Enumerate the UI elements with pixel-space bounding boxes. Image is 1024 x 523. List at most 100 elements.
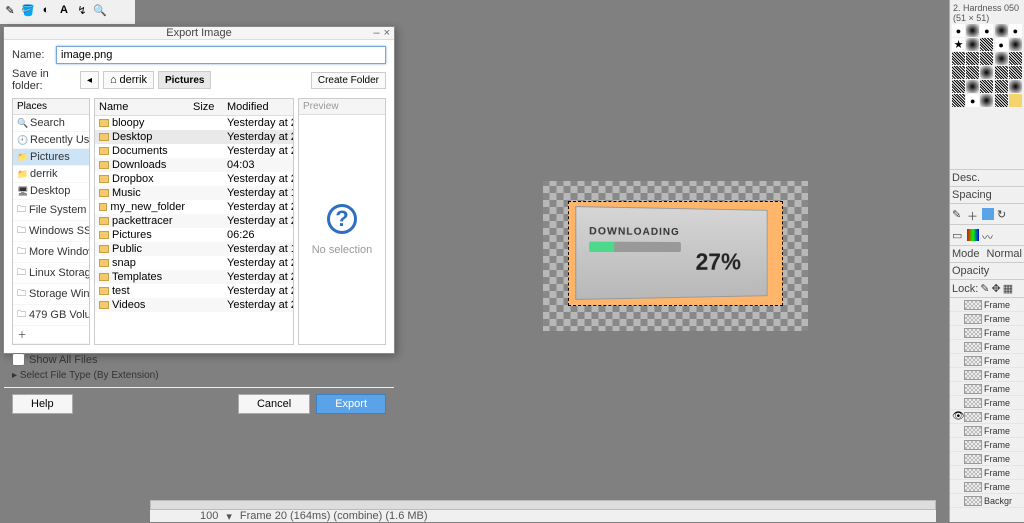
brush-item[interactable] bbox=[995, 24, 1008, 37]
layer-row[interactable]: Frame bbox=[950, 452, 1024, 466]
place-item[interactable]: 🗀Windows SSD sto… bbox=[13, 221, 89, 242]
opacity-row[interactable]: Opacity bbox=[950, 263, 1024, 280]
brush-item[interactable] bbox=[966, 94, 979, 107]
col-name[interactable]: Name bbox=[95, 99, 189, 115]
col-modified[interactable]: Modified bbox=[223, 99, 293, 115]
file-row[interactable]: VideosYesterday at 23:23 bbox=[95, 298, 293, 312]
text-icon[interactable]: A bbox=[56, 2, 72, 18]
place-item[interactable]: 🖥Desktop bbox=[13, 183, 89, 200]
brush-item[interactable] bbox=[980, 52, 993, 65]
place-item[interactable]: 🗀More Windows S… bbox=[13, 242, 89, 263]
pencil-icon[interactable]: ✎ bbox=[952, 208, 964, 220]
layers-icon[interactable]: ▭ bbox=[952, 229, 964, 241]
file-row[interactable]: MusicYesterday at 18:20 bbox=[95, 186, 293, 200]
place-item[interactable]: 🕘Recently Used bbox=[13, 132, 89, 149]
brush-item[interactable] bbox=[966, 24, 979, 37]
brush-item[interactable] bbox=[1009, 94, 1022, 107]
add-icon[interactable]: ＋ bbox=[967, 208, 979, 220]
show-all-checkbox[interactable] bbox=[12, 353, 25, 366]
help-button[interactable]: Help bbox=[12, 394, 73, 414]
layer-row[interactable]: Frame bbox=[950, 312, 1024, 326]
brush-item[interactable] bbox=[966, 38, 979, 51]
export-button[interactable]: Export bbox=[316, 394, 386, 414]
add-place[interactable]: ＋ bbox=[13, 326, 89, 344]
crumb-back[interactable]: ◂ bbox=[80, 71, 99, 89]
layer-row[interactable]: Frame bbox=[950, 326, 1024, 340]
brush-item[interactable] bbox=[952, 94, 965, 107]
file-row[interactable]: Downloads04:03 bbox=[95, 158, 293, 172]
brush-item[interactable] bbox=[952, 38, 965, 51]
brush-item[interactable] bbox=[952, 66, 965, 79]
zoom-value[interactable]: 100 bbox=[200, 510, 218, 522]
close-icon[interactable]: × bbox=[384, 27, 390, 39]
layer-row[interactable]: Frame bbox=[950, 340, 1024, 354]
layer-row[interactable]: Frame bbox=[950, 438, 1024, 452]
picker-icon[interactable]: ◐ bbox=[38, 2, 54, 18]
crumb-home[interactable]: ⌂ derrik bbox=[103, 71, 154, 89]
layer-row[interactable]: Frame bbox=[950, 354, 1024, 368]
brush-item[interactable] bbox=[980, 94, 993, 107]
brush-item[interactable] bbox=[1009, 38, 1022, 51]
scrollbar-horizontal[interactable] bbox=[150, 500, 936, 510]
file-row[interactable]: my_new_folderYesterday at 23:23 bbox=[95, 200, 293, 214]
brush-item[interactable] bbox=[980, 24, 993, 37]
lock-paint-icon[interactable]: ✎ bbox=[980, 282, 989, 295]
brush-item[interactable] bbox=[1009, 80, 1022, 93]
brush-item[interactable] bbox=[952, 80, 965, 93]
layer-row[interactable]: Frame bbox=[950, 480, 1024, 494]
lock-move-icon[interactable]: ✥ bbox=[992, 282, 1001, 295]
brush-item[interactable] bbox=[966, 52, 979, 65]
brush-item[interactable] bbox=[980, 80, 993, 93]
layer-row[interactable]: Backgr bbox=[950, 494, 1024, 508]
duplicate-icon[interactable] bbox=[982, 208, 994, 220]
layer-row[interactable]: Frame bbox=[950, 298, 1024, 312]
file-row[interactable]: DropboxYesterday at 23:23 bbox=[95, 172, 293, 186]
file-row[interactable]: TemplatesYesterday at 23:23 bbox=[95, 270, 293, 284]
place-item[interactable]: 📁Pictures bbox=[13, 149, 89, 166]
select-filetype[interactable]: Select File Type (By Extension) bbox=[12, 370, 386, 381]
brush-item[interactable] bbox=[1009, 66, 1022, 79]
layer-row[interactable]: Frame bbox=[950, 368, 1024, 382]
paths-icon[interactable]: 〰 bbox=[982, 229, 994, 241]
minimize-icon[interactable]: – bbox=[373, 27, 379, 39]
brush-item[interactable] bbox=[952, 52, 965, 65]
place-item[interactable]: 🗀File System bbox=[13, 200, 89, 221]
canvas-image[interactable]: DOWNLOADING 27% bbox=[543, 181, 808, 331]
place-item[interactable]: 🗀Linux Storage bbox=[13, 263, 89, 284]
place-item[interactable]: 📁derrik bbox=[13, 166, 89, 183]
layer-row[interactable]: Frame bbox=[950, 424, 1024, 438]
brush-item[interactable] bbox=[995, 80, 1008, 93]
path-icon[interactable]: ↯ bbox=[74, 2, 90, 18]
brush-item[interactable] bbox=[995, 66, 1008, 79]
cancel-button[interactable]: Cancel bbox=[238, 394, 310, 414]
place-item[interactable]: 🗀479 GB Volume bbox=[13, 305, 89, 326]
layer-row[interactable]: 👁Frame bbox=[950, 410, 1024, 424]
refresh-icon[interactable]: ↻ bbox=[997, 208, 1009, 220]
file-row[interactable]: DocumentsYesterday at 23:13 bbox=[95, 144, 293, 158]
brush-item[interactable] bbox=[995, 52, 1008, 65]
brush-item[interactable] bbox=[1009, 52, 1022, 65]
file-row[interactable]: DesktopYesterday at 23:13 bbox=[95, 130, 293, 144]
brush-item[interactable] bbox=[952, 24, 965, 37]
bucket-icon[interactable]: 🪣 bbox=[20, 2, 36, 18]
place-item[interactable]: 🔍Search bbox=[13, 115, 89, 132]
brush-item[interactable] bbox=[966, 66, 979, 79]
lock-alpha-icon[interactable]: ▦ bbox=[1003, 282, 1013, 295]
layer-row[interactable]: Frame bbox=[950, 466, 1024, 480]
dialog-titlebar[interactable]: Export Image – × bbox=[4, 27, 394, 40]
file-row[interactable]: bloopyYesterday at 23:13 bbox=[95, 116, 293, 130]
brush-item[interactable] bbox=[980, 38, 993, 51]
brush-item[interactable] bbox=[966, 80, 979, 93]
channels-icon[interactable] bbox=[967, 229, 979, 241]
brush-item[interactable] bbox=[1009, 24, 1022, 37]
crumb-current[interactable]: Pictures bbox=[158, 71, 211, 89]
layer-row[interactable]: Frame bbox=[950, 396, 1024, 410]
zoom-icon[interactable]: 🔍 bbox=[92, 2, 108, 18]
brush-item[interactable] bbox=[980, 66, 993, 79]
pencil-icon[interactable]: ✎ bbox=[2, 2, 18, 18]
col-size[interactable]: Size bbox=[189, 99, 223, 115]
create-folder-button[interactable]: Create Folder bbox=[311, 72, 386, 89]
file-row[interactable]: snapYesterday at 23:23 bbox=[95, 256, 293, 270]
file-row[interactable]: Pictures06:26 bbox=[95, 228, 293, 242]
place-item[interactable]: 🗀Storage Windows bbox=[13, 284, 89, 305]
